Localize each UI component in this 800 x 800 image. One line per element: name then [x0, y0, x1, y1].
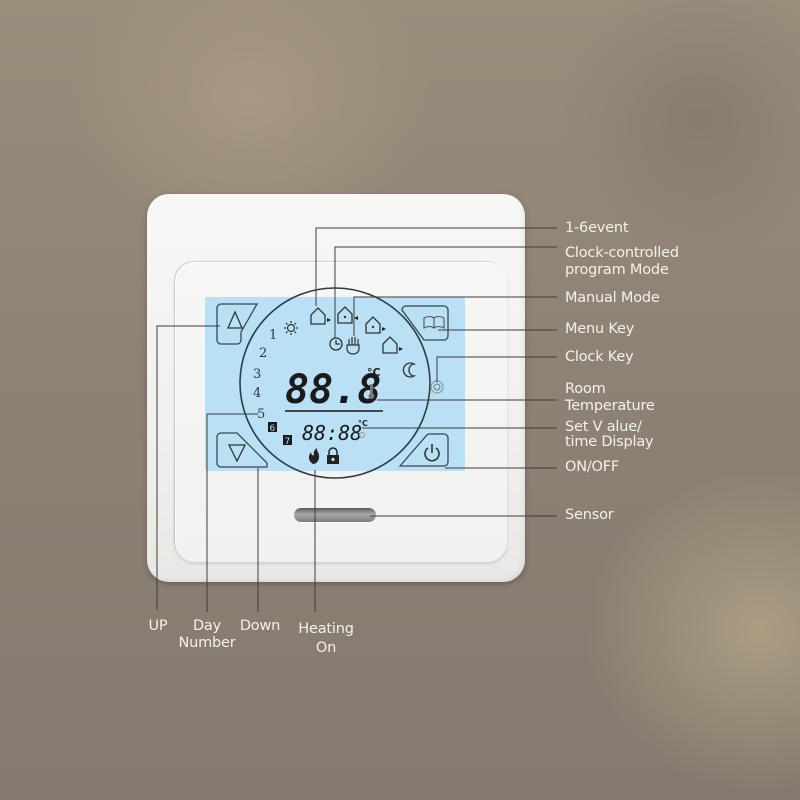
label-clock-key: Clock Key — [565, 349, 634, 365]
label-sensor: Sensor — [565, 507, 614, 523]
day-number-3: 3 — [253, 367, 261, 382]
day-number-1: 1 — [269, 328, 277, 343]
label-up: UP — [148, 618, 168, 634]
callout-line-clock-key — [436, 356, 557, 382]
callout-line-day-number — [206, 413, 258, 612]
callout-lines — [156, 227, 557, 612]
label-set-value: Set V alue/ time Display — [565, 419, 654, 450]
book-icon — [423, 315, 445, 329]
hand-icon — [346, 337, 360, 355]
power-key[interactable] — [398, 433, 449, 467]
label-menu-key: Menu Key — [565, 321, 635, 337]
lock-icon — [327, 447, 339, 464]
clock-icon — [329, 337, 343, 351]
label-on-off: ON/OFF — [565, 459, 620, 475]
house-home-2-icon — [365, 316, 386, 334]
house-home-icon — [337, 306, 358, 324]
sub-unit: °C — [358, 419, 368, 428]
lcd-and-callouts: 1 2 3 4 5 6 7 88.8 °C 88:88 °C — [156, 227, 557, 612]
down-arrow-icon — [227, 444, 247, 463]
set-value-time-display: 88:88 — [302, 421, 362, 445]
svg-text:6: 6 — [270, 424, 276, 434]
callout-line-clock-mode — [334, 246, 557, 338]
day-box-6: 6 — [268, 422, 277, 434]
day-numbers: 1 2 3 4 5 — [253, 328, 277, 422]
house-return-icon — [382, 336, 403, 354]
callout-line-event — [315, 227, 557, 306]
up-arrow-icon — [227, 310, 243, 329]
label-heating-on: Heating On — [298, 621, 354, 656]
day-number-5: 5 — [257, 407, 265, 422]
power-icon — [424, 444, 440, 462]
day-number-2: 2 — [259, 346, 267, 361]
label-clock-mode: Clock-controlled program Mode — [565, 245, 679, 278]
callout-line-up — [156, 325, 220, 610]
label-down: Down — [239, 618, 281, 634]
flame-icon — [308, 448, 320, 464]
label-room-temperature: Room Temperature — [565, 381, 655, 414]
svg-text:7: 7 — [285, 437, 291, 447]
moon-icon — [402, 362, 417, 378]
label-manual-mode: Manual Mode — [565, 290, 660, 306]
clock-key[interactable] — [430, 380, 444, 394]
house-leave-icon — [310, 307, 331, 325]
label-event: 1-6event — [565, 220, 629, 236]
main-unit: °C — [367, 366, 381, 379]
day-box-7: 7 — [283, 435, 292, 447]
down-key[interactable] — [216, 432, 268, 468]
label-day-number: Day Number — [178, 618, 236, 651]
sun-icon — [284, 321, 298, 335]
day-number-4: 4 — [253, 386, 261, 401]
